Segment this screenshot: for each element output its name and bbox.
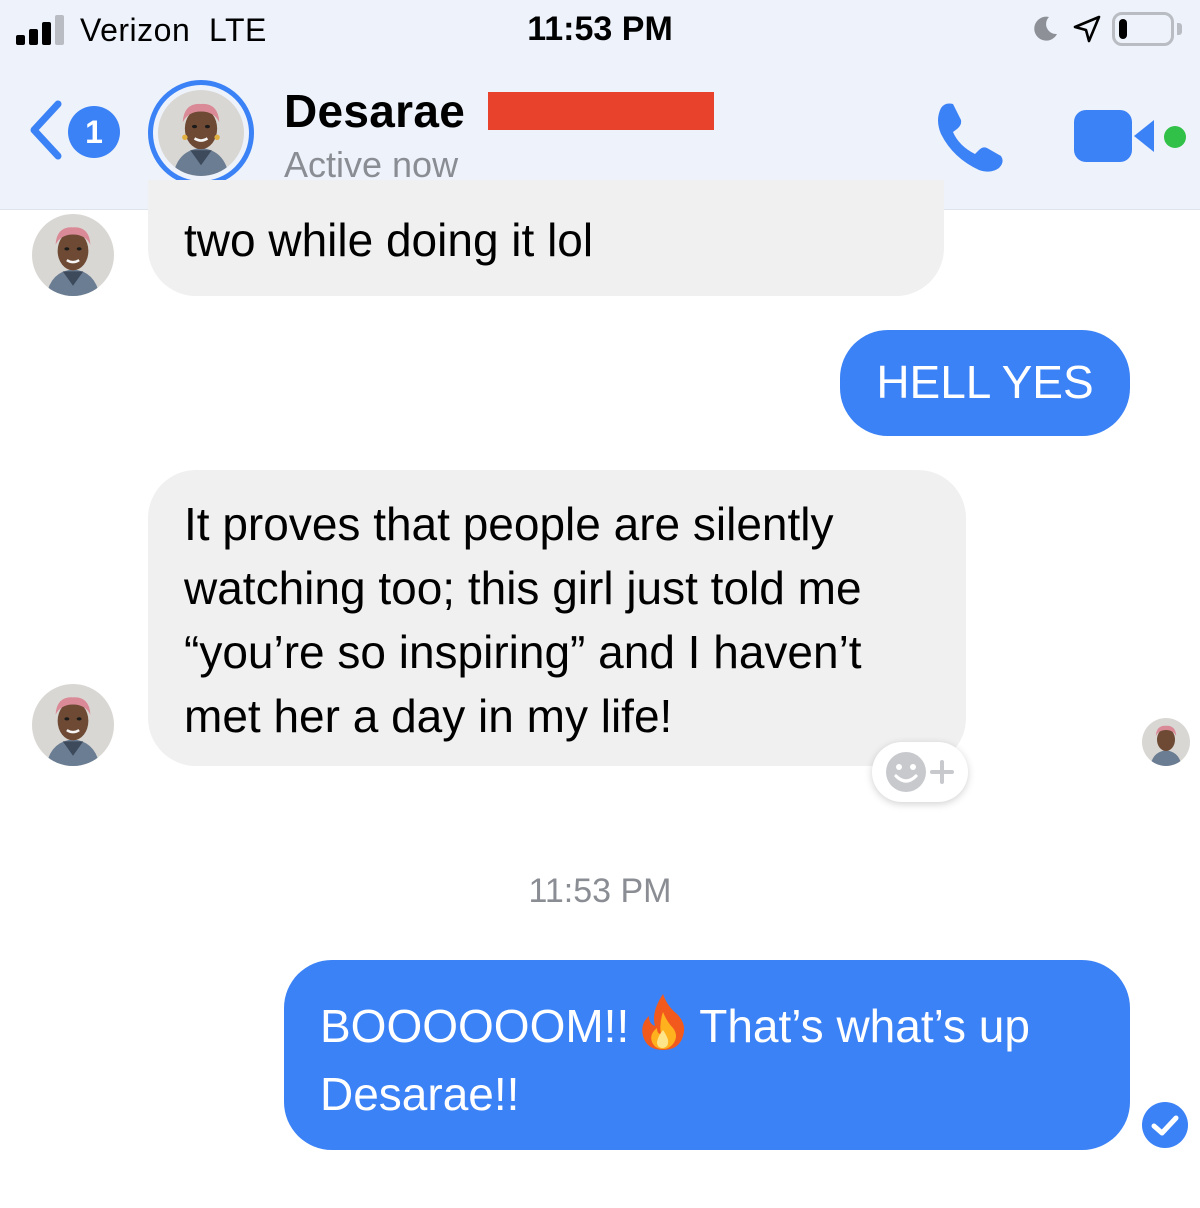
fire-icon: [642, 994, 685, 1050]
unread-count-badge: 1: [68, 106, 120, 158]
message-text-part-1: BOOOOOOM!!: [320, 1000, 630, 1052]
add-reaction-button[interactable]: [872, 742, 968, 802]
seen-by-avatar: [1142, 718, 1190, 766]
battery-tip: [1177, 23, 1182, 35]
moon-icon: [1034, 16, 1057, 41]
contact-avatar[interactable]: [148, 80, 254, 186]
avatar-image: [158, 90, 244, 176]
video-call-button[interactable]: [1070, 104, 1196, 166]
chevron-left-icon: [30, 100, 62, 160]
status-bar: Verizon LTE 11:53 PM: [0, 0, 1200, 62]
delivered-check-icon: [1142, 1102, 1188, 1148]
location-arrow-icon: [1073, 15, 1101, 43]
contact-name[interactable]: Desarae: [284, 84, 465, 138]
phone-icon: [938, 103, 1003, 172]
emoji-plus-icon: [886, 752, 954, 792]
battery-level: [1119, 19, 1127, 39]
video-camera-lens: [1134, 120, 1154, 152]
message-bubble-incoming[interactable]: two while doing it lol: [148, 180, 944, 296]
video-camera-icon: [1074, 110, 1132, 162]
sender-avatar[interactable]: [32, 214, 114, 296]
message-text: HELL YES: [876, 356, 1094, 408]
back-button[interactable]: 1: [20, 94, 124, 166]
battery-icon: [1112, 12, 1174, 46]
status-clock: 11:53 PM: [527, 10, 673, 48]
message-text: two while doing it lol: [184, 214, 594, 266]
message-bubble-outgoing[interactable]: BOOOOOOM!! That’s what’s up Desarae!!: [284, 960, 1130, 1150]
message-bubble-incoming[interactable]: It proves that people are silently watch…: [148, 470, 966, 766]
message-timestamp: 11:53 PM: [528, 872, 672, 910]
message-text: It proves that people are silently watch…: [184, 498, 862, 742]
online-indicator: [1164, 126, 1186, 148]
sender-avatar[interactable]: [32, 684, 114, 766]
message-bubble-outgoing[interactable]: HELL YES: [840, 330, 1130, 436]
redaction-bar: [488, 92, 714, 130]
voice-call-button[interactable]: [930, 98, 1012, 172]
